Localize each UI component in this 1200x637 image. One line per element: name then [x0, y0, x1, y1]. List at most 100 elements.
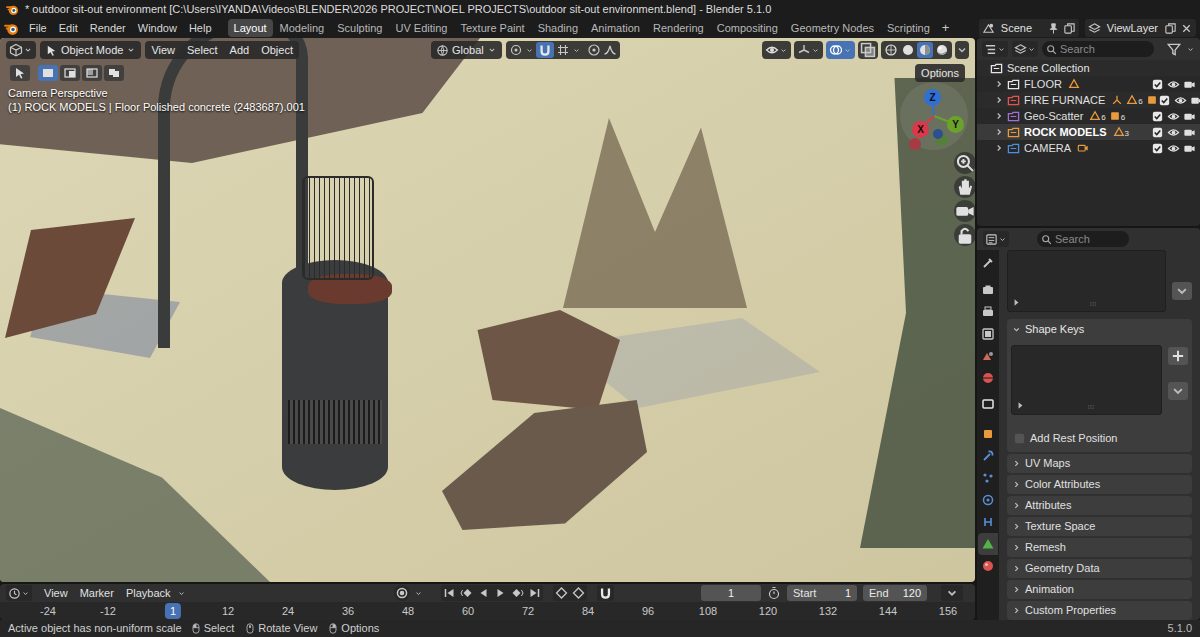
list-filter-icon[interactable] — [1016, 401, 1025, 410]
proportional-edit-icon[interactable] — [587, 43, 601, 57]
collapsed-panel[interactable]: Attributes — [1007, 496, 1192, 515]
zoom-icon[interactable] — [954, 152, 975, 174]
workspace-tab[interactable]: Animation — [585, 19, 646, 37]
expand-icon[interactable] — [993, 142, 1005, 154]
new-scene-icon[interactable] — [1063, 22, 1076, 35]
properties-tab-icon[interactable] — [978, 367, 998, 389]
previous-keyframe-icon[interactable] — [458, 586, 475, 600]
panel-title[interactable]: Texture Space — [1025, 518, 1095, 535]
snap-icon[interactable] — [536, 42, 554, 58]
properties-search[interactable] — [1037, 231, 1129, 247]
remove-view-layer-icon[interactable] — [1180, 22, 1193, 35]
expand-icon[interactable] — [993, 94, 1005, 106]
exclude-checkbox[interactable] — [1151, 78, 1164, 91]
workspace-tab[interactable]: Compositing — [711, 19, 784, 37]
add-rest-position-checkbox[interactable]: Add Rest Position — [1011, 429, 1188, 447]
render-camera-icon[interactable] — [1183, 142, 1196, 155]
panel-title[interactable]: Custom Properties — [1025, 602, 1116, 619]
overlay-toggle[interactable] — [826, 41, 855, 59]
content-item[interactable]: 6 — [1109, 110, 1125, 122]
scene-name[interactable]: Scene — [998, 20, 1044, 37]
shading-mode-icon[interactable] — [900, 42, 916, 58]
content-item[interactable]: 6 — [1126, 94, 1142, 106]
list-menu-icon[interactable] — [1172, 282, 1192, 300]
gizmo-toggle[interactable] — [794, 41, 823, 59]
render-camera-icon[interactable] — [1183, 126, 1196, 139]
collapsed-panel[interactable]: Custom Properties — [1007, 601, 1192, 620]
checkbox-label[interactable]: Add Rest Position — [1030, 430, 1117, 447]
panel-title[interactable]: UV Maps — [1025, 455, 1070, 472]
exclude-checkbox[interactable] — [1151, 110, 1164, 123]
options-dropdown[interactable]: Options — [915, 64, 965, 82]
panel-title[interactable]: Remesh — [1025, 539, 1066, 556]
shading-mode-icon[interactable] — [883, 42, 899, 58]
properties-tab-icon[interactable] — [978, 445, 998, 467]
properties-tab-icon[interactable] — [978, 252, 998, 274]
panel-title[interactable]: Attributes — [1025, 497, 1071, 514]
view-layer-name[interactable]: ViewLayer — [1104, 20, 1161, 37]
editor-type-button[interactable] — [6, 41, 36, 59]
lock-camera-icon[interactable] — [954, 224, 975, 246]
workspace-tab[interactable]: Modeling — [274, 19, 331, 37]
pin-icon[interactable] — [1047, 22, 1060, 35]
start-value[interactable]: 1 — [845, 585, 851, 601]
editor-type-button[interactable] — [6, 585, 32, 601]
pivot-icon[interactable] — [509, 43, 523, 57]
panel-expand-icon[interactable] — [1011, 563, 1022, 574]
visibility-eye-icon[interactable] — [1167, 110, 1180, 123]
properties-tab-icon[interactable] — [978, 467, 998, 489]
content-item[interactable] — [1077, 142, 1089, 154]
end-frame-field[interactable]: End 120 — [863, 585, 927, 601]
workspace-tab[interactable]: Rendering — [647, 19, 710, 37]
keying-set-icon[interactable] — [553, 586, 570, 600]
collection-name[interactable]: Scene Collection — [1007, 60, 1090, 77]
properties-tab-icon[interactable] — [978, 423, 998, 445]
panel-title[interactable]: Color Attributes — [1025, 476, 1100, 493]
viewport-menu-item[interactable]: Select — [181, 41, 224, 59]
visibility-dropdown[interactable] — [762, 41, 791, 59]
list-filter-icon[interactable] — [1012, 298, 1021, 307]
visibility-eye-icon[interactable] — [1167, 78, 1180, 91]
workspace-tab[interactable]: Geometry Nodes — [785, 19, 880, 37]
3d-viewport[interactable]: Object Mode ViewSelectAddObject Global — [0, 38, 975, 582]
end-value[interactable]: 120 — [903, 585, 921, 601]
timeline-options-icon[interactable] — [941, 585, 963, 601]
content-item[interactable] — [1111, 94, 1123, 106]
collection-name[interactable]: Geo-Scatter — [1024, 108, 1083, 125]
select-mode-icon[interactable] — [60, 65, 80, 81]
panel-expand-icon[interactable] — [1011, 479, 1022, 490]
viewport-menu-item[interactable]: Object — [255, 41, 299, 59]
select-mode-icon[interactable] — [104, 65, 124, 81]
shading-options-icon[interactable] — [955, 41, 969, 59]
exclude-checkbox[interactable] — [1151, 142, 1164, 155]
current-frame-indicator[interactable]: 1 — [165, 603, 181, 619]
collapsed-panel[interactable]: Color Attributes — [1007, 475, 1192, 494]
checkbox-box[interactable] — [1013, 432, 1026, 445]
panel-header[interactable]: Shape Keys — [1007, 319, 1192, 339]
content-item[interactable] — [1068, 78, 1080, 90]
camera-view-icon[interactable] — [954, 200, 975, 222]
outliner-search-input[interactable] — [1060, 41, 1150, 58]
menu-item[interactable]: Edit — [53, 18, 84, 38]
workspace-tab[interactable]: Shading — [532, 19, 584, 37]
viewport-menu-item[interactable]: Add — [224, 41, 256, 59]
snap-target-icon[interactable] — [556, 43, 570, 57]
collapsed-panel[interactable]: Remesh — [1007, 538, 1192, 557]
workspace-tab[interactable]: Scripting — [881, 19, 936, 37]
list-menu-icon[interactable] — [1168, 382, 1188, 400]
view-layer-selector[interactable]: ViewLayer — [1085, 19, 1196, 37]
content-item[interactable] — [1146, 94, 1158, 106]
falloff-icon[interactable] — [603, 43, 617, 57]
current-frame-field[interactable]: 1 — [701, 585, 761, 601]
expand-icon[interactable] — [993, 126, 1005, 138]
display-mode-button[interactable] — [1012, 41, 1038, 57]
properties-tab-icon[interactable] — [978, 323, 998, 345]
properties-search-input[interactable] — [1055, 231, 1125, 248]
mode-label[interactable]: Object Mode — [61, 42, 123, 59]
axis-x-button[interactable]: X — [912, 121, 929, 138]
jump-start-icon[interactable] — [441, 586, 458, 600]
workspace-tab[interactable]: UV Editing — [389, 19, 453, 37]
outliner-row[interactable]: FIRE FURNACE6 — [977, 92, 1200, 108]
jump-end-icon[interactable] — [526, 586, 543, 600]
properties-tab-icon[interactable] — [978, 345, 998, 367]
